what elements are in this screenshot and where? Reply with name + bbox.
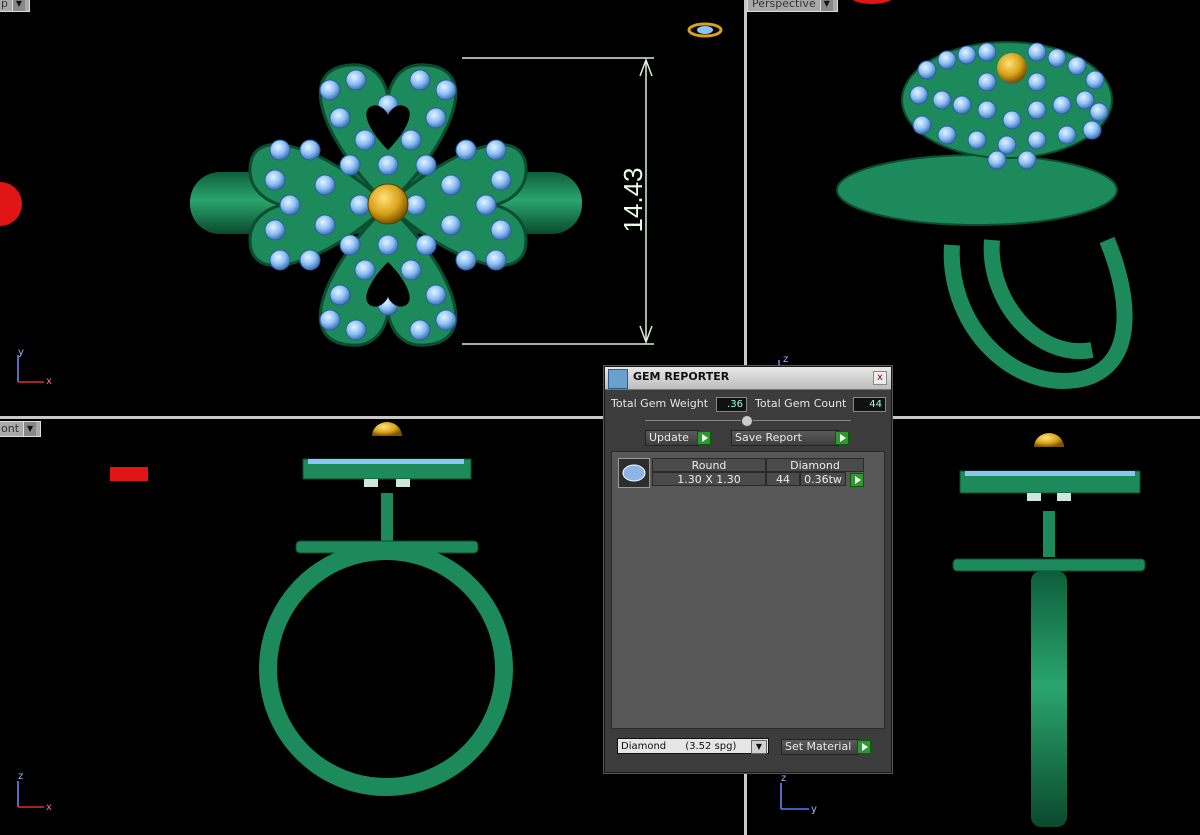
- perspective-viewport-label: Perspective: [752, 0, 816, 10]
- axis-gizmo: z x: [17, 771, 52, 813]
- red-marker: [110, 467, 148, 481]
- gem-row: [965, 471, 1135, 476]
- update-go-icon[interactable]: [697, 431, 711, 445]
- round-gem-icon: [618, 458, 650, 488]
- front-viewport-menu[interactable]: ont ▼: [0, 421, 42, 437]
- perspective-viewport[interactable]: Perspective ▼ z: [747, 0, 1200, 416]
- dimension-value: 14.43: [618, 167, 648, 232]
- dialog-title: GEM REPORTER: [633, 370, 730, 383]
- update-button[interactable]: Update: [645, 430, 699, 446]
- ring-shank: [943, 236, 1133, 389]
- center-post: [1043, 511, 1055, 557]
- material-select[interactable]: Diamond (3.52 spg) ▼: [617, 738, 769, 754]
- axis-gizmo: z y: [780, 773, 817, 815]
- total-gem-weight-label: Total Gem Weight: [611, 397, 709, 410]
- material-select-value: Diamond (3.52 spg): [621, 741, 737, 752]
- gem-row: [308, 459, 464, 464]
- chevron-down-icon: ▼: [819, 0, 833, 11]
- total-gem-count-value: 44: [853, 397, 886, 412]
- set-material-go-icon[interactable]: [857, 740, 871, 754]
- dialog-titlebar[interactable]: GEM REPORTER x: [605, 367, 891, 390]
- close-button[interactable]: x: [873, 371, 887, 385]
- svg-text:z: z: [18, 771, 23, 782]
- update-button-label: Update: [649, 431, 689, 444]
- row-go-icon[interactable]: [850, 473, 864, 487]
- center-gold-stone: [997, 53, 1027, 83]
- total-gem-count-label: Total Gem Count: [755, 397, 847, 410]
- ring-band: [259, 542, 513, 796]
- top-viewport[interactable]: p ▼ 14.43 y x: [0, 0, 744, 416]
- chevron-down-icon[interactable]: ▼: [751, 740, 767, 754]
- gem-list[interactable]: Round Diamond 1.30 X 1.30 44 0.36tw: [611, 451, 885, 729]
- gem-reporter-dialog: GEM REPORTER x Total Gem Weight .36 Tota…: [604, 366, 892, 773]
- gem-material-cell: Diamond: [766, 458, 864, 472]
- svg-text:y: y: [811, 804, 817, 815]
- perspective-view-model: z: [778, 0, 1133, 389]
- ring-thumbnail-icon: [687, 22, 723, 38]
- axis-gizmo: y x: [17, 347, 52, 387]
- save-report-go-icon[interactable]: [835, 431, 849, 445]
- save-report-button-label: Save Report: [735, 431, 802, 444]
- top-viewport-label: p: [1, 0, 8, 10]
- svg-text:x: x: [46, 802, 52, 813]
- gem-size-cell: 1.30 X 1.30: [652, 472, 766, 486]
- top-viewport-menu[interactable]: p ▼: [0, 0, 30, 12]
- gem-reporter-app-icon: [608, 369, 628, 389]
- gold-stone-top: [1034, 433, 1064, 447]
- center-post: [381, 493, 393, 541]
- red-marker: [0, 182, 22, 226]
- gem-shape-cell: Round: [652, 458, 766, 472]
- gem-weight-cell: 0.36tw: [800, 472, 846, 486]
- slider-knob[interactable]: [741, 415, 753, 427]
- gold-stone-top: [372, 422, 402, 436]
- gem-count-cell: 44: [766, 472, 800, 486]
- top-view-model: 14.43 y x: [0, 22, 723, 387]
- ring-top-plate: [952, 558, 1146, 572]
- red-marker: [852, 0, 892, 4]
- total-gem-weight-value: .36: [716, 397, 747, 412]
- chevron-down-icon: ▼: [11, 0, 25, 11]
- front-viewport-label: ont: [1, 422, 20, 435]
- svg-text:y: y: [18, 347, 24, 358]
- save-report-button[interactable]: Save Report: [731, 430, 839, 446]
- set-material-button[interactable]: Set Material: [781, 739, 859, 755]
- chevron-down-icon: ▼: [23, 422, 37, 436]
- svg-text:z: z: [781, 773, 786, 784]
- viewport-divider-horizontal[interactable]: [0, 416, 1200, 419]
- svg-text:z: z: [783, 354, 788, 365]
- perspective-viewport-menu[interactable]: Perspective ▼: [747, 0, 838, 12]
- svg-text:x: x: [46, 376, 52, 387]
- center-gold-stone: [367, 183, 409, 225]
- set-material-button-label: Set Material: [785, 740, 852, 753]
- ring-band-side: [1031, 571, 1067, 827]
